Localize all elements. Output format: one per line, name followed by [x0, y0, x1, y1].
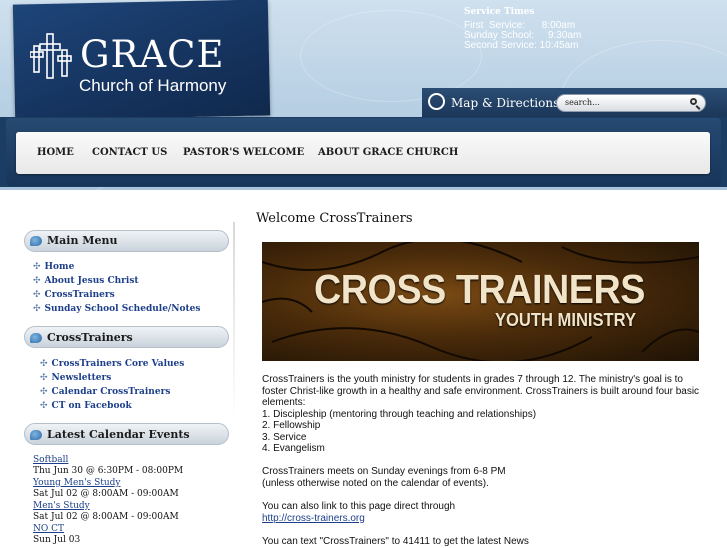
- event-time: Sat Jul 02 @ 8:00AM - 09:00AM: [33, 512, 179, 522]
- speech-bubble-icon: [30, 333, 42, 343]
- element-list-item: 3. Service: [262, 431, 307, 443]
- intro-line: CrossTrainers is the youth ministry for …: [262, 374, 683, 385]
- map-directions-link[interactable]: Map & Directions: [451, 96, 559, 110]
- main-menu-title: Main Menu: [47, 234, 118, 247]
- event-time: Thu Jun 30 @ 6:30PM - 08:00PM: [33, 466, 184, 476]
- sidebar-divider: [233, 222, 235, 422]
- event-link[interactable]: Young Men's Study: [33, 478, 121, 488]
- logo-subtitle[interactable]: Church of Harmony: [79, 76, 226, 96]
- event-link[interactable]: Men's Study: [33, 501, 90, 511]
- sidebar-item-calendar[interactable]: ✣ Calendar CrossTrainers: [40, 387, 170, 397]
- event-time: Sat Jul 02 @ 8:00AM - 09:00AM: [33, 489, 179, 499]
- element-list-item: 2. Fellowship: [262, 420, 321, 431]
- sidebar-item-newsletters[interactable]: ✣ Newsletters: [40, 373, 111, 383]
- nav-item-about-grace-church[interactable]: ABOUT GRACE CHURCH: [318, 147, 458, 158]
- element-list-item: 4. Evangelism: [262, 443, 325, 454]
- nav-item-contact-us[interactable]: CONTACT US: [92, 147, 167, 158]
- crosstrainers-link[interactable]: http://cross-trainers.org: [262, 513, 365, 525]
- intro-line: foster Christ-like growth in a healthy a…: [262, 385, 700, 397]
- events-title: Latest Calendar Events: [47, 428, 190, 441]
- cross-bullet-icon: ✣: [40, 401, 48, 411]
- sidebar-item-core-values[interactable]: ✣ CrossTrainers Core Values: [40, 359, 184, 369]
- speech-bubble-icon: [30, 236, 42, 246]
- sidebar-item-facebook[interactable]: ✣ CT on Facebook: [40, 401, 132, 411]
- crosstrainers-banner: CROSS TRAINERS YOUTH MINISTRY: [262, 242, 699, 361]
- crosstrainers-url[interactable]: http://cross-trainers.org: [262, 513, 365, 524]
- meeting-line: CrossTrainers meets on Sunday evenings f…: [262, 466, 506, 477]
- nav-item-pastors-welcome[interactable]: PASTOR'S WELCOME: [183, 147, 304, 158]
- sidebar-item-about-jesus-christ[interactable]: ✣ About Jesus Christ: [33, 276, 139, 286]
- cross-bullet-icon: ✣: [40, 359, 48, 369]
- intro-line: elements:: [262, 397, 306, 408]
- cross-bullet-icon: ✣: [33, 304, 41, 314]
- speech-bubble-icon: [30, 430, 42, 440]
- meeting-line: (unless otherwise noted on the calendar …: [262, 477, 489, 489]
- cross-logo-icon: [30, 33, 72, 79]
- element-list-item: 1. Discipleship (mentoring through teach…: [262, 408, 537, 420]
- sidebar-item-sunday-school[interactable]: ✣ Sunday School Schedule/Notes: [33, 304, 200, 314]
- cross-bullet-icon: ✣: [33, 262, 41, 272]
- event-link[interactable]: Softball: [33, 455, 68, 465]
- logo-title[interactable]: GRACE: [80, 33, 224, 76]
- cross-bullet-icon: ✣: [40, 387, 48, 397]
- compass-icon[interactable]: [428, 93, 445, 110]
- cross-bullet-icon: ✣: [33, 290, 41, 300]
- event-time: Sun Jul 03: [33, 535, 81, 545]
- cross-bullet-icon: ✣: [33, 276, 41, 286]
- banner-heading: CROSS TRAINERS: [314, 266, 645, 312]
- sidebar-item-home[interactable]: ✣ Home: [33, 262, 74, 272]
- service-times-title: Service Times: [464, 7, 535, 17]
- search-input-text[interactable]: search...: [565, 98, 600, 107]
- page-title: Welcome CrossTrainers: [256, 211, 413, 226]
- link-intro: You can also link to this page direct th…: [262, 501, 456, 512]
- service-time-row: Second Service: 10:45am: [464, 40, 579, 51]
- crosstrainers-title: CrossTrainers: [47, 331, 133, 344]
- event-link[interactable]: NO CT: [33, 524, 64, 534]
- search-icon[interactable]: [690, 98, 697, 105]
- service-times: Service Times First Service: 8:00am Sund…: [464, 7, 581, 51]
- nav-item-home[interactable]: HOME: [37, 147, 74, 158]
- banner-subheading: YOUTH MINISTRY: [495, 310, 637, 330]
- sidebar-item-crosstrainers[interactable]: ✣ CrossTrainers: [33, 290, 115, 300]
- cross-bullet-icon: ✣: [40, 373, 48, 383]
- text-note: You can text "CrossTrainers" to 41411 to…: [262, 536, 529, 547]
